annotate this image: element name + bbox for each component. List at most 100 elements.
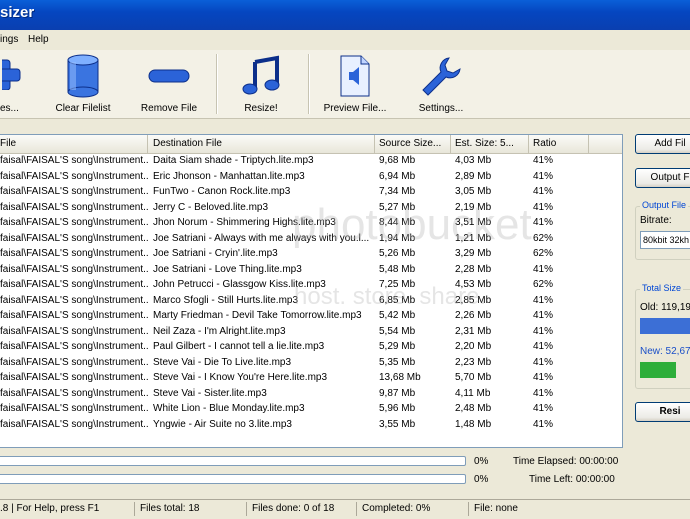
table-cell: 1,48 Mb bbox=[455, 418, 492, 430]
table-cell: 9,87 Mb bbox=[379, 387, 416, 399]
table-cell: 5,54 Mb bbox=[379, 325, 416, 337]
table-row[interactable]: faisal\FAISAL'S song\Instrument... Joe Sa… bbox=[0, 231, 622, 247]
table-cell: 62% bbox=[533, 232, 554, 244]
table-cell: 41% bbox=[533, 310, 554, 321]
status-files-total: Files total: 18 bbox=[140, 503, 200, 514]
total-size-group: Total Size Old: 119,19 New: 52,67 bbox=[635, 283, 690, 389]
table-row[interactable]: faisal\FAISAL'S song\Instrument... Joe Sa… bbox=[0, 262, 622, 278]
table-row[interactable]: faisal\FAISAL'S song\Instrument... Marty … bbox=[0, 308, 622, 324]
total-size-title: Total Size bbox=[640, 283, 684, 293]
table-cell: 3,29 Mb bbox=[455, 248, 492, 259]
column-header-destination[interactable]: Destination File bbox=[149, 135, 375, 153]
table-row[interactable]: faisal\FAISAL'S song\Instrument... White … bbox=[0, 401, 622, 417]
table-row[interactable]: faisal\FAISAL'S song\Instrument... Daita … bbox=[0, 153, 622, 169]
menu-help[interactable]: Help bbox=[28, 34, 49, 45]
table-cell: 41% bbox=[533, 170, 554, 182]
bitrate-select[interactable]: 80kbit 32kh bbox=[640, 231, 690, 249]
column-header-est-size[interactable]: Est. Size: 5... bbox=[451, 135, 529, 153]
status-bar: .8 | For Help, press F1 Files total: 18 … bbox=[0, 499, 690, 519]
table-row[interactable]: faisal\FAISAL'S song\Instrument... Eric J… bbox=[0, 169, 622, 185]
music-note-icon bbox=[242, 55, 280, 95]
clear-filelist-button[interactable]: Clear Filelist bbox=[50, 50, 116, 118]
minus-icon bbox=[148, 69, 190, 83]
document-audio-icon bbox=[340, 55, 370, 97]
table-cell: 5,48 Mb bbox=[379, 263, 416, 275]
window-title: sizer bbox=[0, 4, 35, 21]
file-list[interactable]: File Destination File Source Size... Est… bbox=[0, 134, 623, 448]
toolbar: es... Clear Filelist Remove File Resize! bbox=[0, 50, 690, 119]
table-cell: 41% bbox=[533, 155, 554, 166]
table-cell: 3,55 Mb bbox=[379, 418, 416, 430]
table-row[interactable]: faisal\FAISAL'S song\Instrument... Neil Z… bbox=[0, 324, 622, 340]
table-cell: Steve Vai - Die To Live.lite.mp3 bbox=[153, 356, 292, 368]
table-row[interactable]: faisal\FAISAL'S song\Instrument... Steve … bbox=[0, 370, 622, 386]
status-help: .8 | For Help, press F1 bbox=[0, 503, 100, 514]
settings-label: Settings... bbox=[418, 103, 464, 114]
file-progress-percent: 0% bbox=[474, 456, 489, 467]
table-cell: 6,85 Mb bbox=[379, 294, 416, 306]
table-cell: Jhon Norum - Shimmering Highs.lite.mp3 bbox=[153, 217, 336, 228]
resize-button[interactable]: Resize! bbox=[232, 50, 290, 118]
table-cell: faisal\FAISAL'S song\Instrument... bbox=[0, 201, 148, 213]
resize-label: Resize! bbox=[244, 103, 278, 114]
table-cell: faisal\FAISAL'S song\Instrument... bbox=[0, 418, 148, 430]
output-file-group: Output File Bitrate: 80kbit 32kh bbox=[635, 200, 690, 260]
plus-icon bbox=[2, 59, 21, 90]
table-row[interactable]: faisal\FAISAL'S song\Instrument... Jerry … bbox=[0, 200, 622, 216]
table-cell: faisal\FAISAL'S song\Instrument... bbox=[0, 232, 148, 244]
status-file: File: none bbox=[474, 503, 518, 514]
table-row[interactable]: faisal\FAISAL'S song\Instrument... Paul G… bbox=[0, 339, 622, 355]
remove-file-button[interactable]: Remove File bbox=[136, 50, 202, 118]
table-cell: 2,28 Mb bbox=[455, 263, 492, 275]
table-cell: faisal\FAISAL'S song\Instrument... bbox=[0, 372, 148, 383]
resize-side-button[interactable]: Resi bbox=[635, 402, 690, 422]
table-cell: 41% bbox=[533, 372, 554, 383]
table-cell: Joe Satriani - Always with me always wit… bbox=[153, 232, 370, 244]
preview-file-button[interactable]: Preview File... bbox=[318, 50, 392, 118]
table-cell: Joe Satriani - Love Thing.lite.mp3 bbox=[153, 263, 302, 275]
table-row[interactable]: faisal\FAISAL'S song\Instrument... Joe Sa… bbox=[0, 246, 622, 262]
table-cell: 2,23 Mb bbox=[455, 356, 492, 368]
output-folder-button[interactable]: Output F bbox=[635, 168, 690, 188]
table-cell: faisal\FAISAL'S song\Instrument... bbox=[0, 325, 148, 337]
old-size-bar bbox=[640, 318, 690, 334]
add-files-side-button[interactable]: Add Fil bbox=[635, 134, 690, 154]
table-cell: 8,44 Mb bbox=[379, 217, 416, 228]
table-cell: faisal\FAISAL'S song\Instrument... bbox=[0, 186, 148, 197]
table-cell: Joe Satriani - Cryin'.lite.mp3 bbox=[153, 248, 278, 259]
right-panel: Add Fil Output F Output File Bitrate: 80… bbox=[630, 134, 690, 434]
table-cell: FunTwo - Canon Rock.lite.mp3 bbox=[153, 186, 291, 197]
table-cell: faisal\FAISAL'S song\Instrument... bbox=[0, 356, 148, 368]
column-header-source-size[interactable]: Source Size... bbox=[375, 135, 451, 153]
menu-settings[interactable]: ings bbox=[0, 34, 18, 45]
add-files-button[interactable]: es... bbox=[0, 50, 30, 118]
table-cell: faisal\FAISAL'S song\Instrument... bbox=[0, 341, 148, 352]
table-row[interactable]: faisal\FAISAL'S song\Instrument... Yngwie… bbox=[0, 417, 622, 433]
status-files-done: Files done: 0 of 18 bbox=[252, 503, 335, 514]
table-cell: 41% bbox=[533, 186, 554, 197]
table-row[interactable]: faisal\FAISAL'S song\Instrument... John P… bbox=[0, 277, 622, 293]
table-cell: Yngwie - Air Suite no 3.lite.mp3 bbox=[153, 418, 292, 430]
table-cell: 4,03 Mb bbox=[455, 155, 492, 166]
table-cell: 4,53 Mb bbox=[455, 279, 492, 290]
column-header-ratio[interactable]: Ratio bbox=[529, 135, 589, 153]
table-cell: 13,68 Mb bbox=[379, 372, 421, 383]
bitrate-label: Bitrate: bbox=[640, 215, 672, 226]
settings-button[interactable]: Settings... bbox=[408, 50, 474, 118]
status-completed: Completed: 0% bbox=[362, 503, 431, 514]
column-header-file[interactable]: File bbox=[0, 135, 148, 153]
menu-bar: ings Help bbox=[0, 30, 690, 51]
table-row[interactable]: faisal\FAISAL'S song\Instrument... FunTwo… bbox=[0, 184, 622, 200]
table-cell: Neil Zaza - I'm Alright.lite.mp3 bbox=[153, 325, 286, 337]
table-row[interactable]: faisal\FAISAL'S song\Instrument... Steve … bbox=[0, 386, 622, 402]
table-cell: 41% bbox=[533, 403, 554, 414]
status-divider bbox=[468, 502, 469, 516]
table-row[interactable]: faisal\FAISAL'S song\Instrument... Marco … bbox=[0, 293, 622, 309]
table-cell: faisal\FAISAL'S song\Instrument... bbox=[0, 387, 148, 399]
table-row[interactable]: faisal\FAISAL'S song\Instrument... Jhon N… bbox=[0, 215, 622, 231]
table-cell: 5,70 Mb bbox=[455, 372, 492, 383]
table-row[interactable]: faisal\FAISAL'S song\Instrument... Steve … bbox=[0, 355, 622, 371]
table-cell: 4,11 Mb bbox=[455, 387, 491, 399]
new-size-bar bbox=[640, 362, 676, 378]
table-cell: 5,96 Mb bbox=[379, 403, 416, 414]
